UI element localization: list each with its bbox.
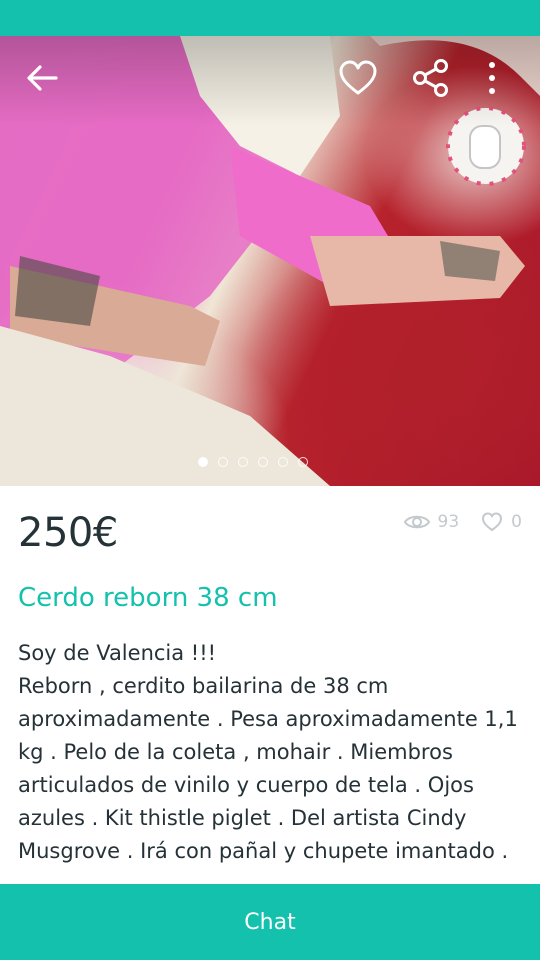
description-line: Reborn , cerdito bailarina de 38 cm apro… (18, 674, 518, 863)
description-line: Soy de Valencia !!! (18, 641, 217, 665)
share-icon[interactable] (411, 58, 451, 98)
listing-stats: 93 0 (403, 512, 522, 532)
listing-description: Soy de Valencia !!! Reborn , cerdito bai… (18, 637, 528, 868)
heart-outline-icon (482, 512, 503, 531)
gallery-dot[interactable] (198, 457, 208, 467)
gallery-dot[interactable] (258, 457, 268, 467)
gallery-pagination (198, 457, 308, 467)
gallery-dot[interactable] (278, 457, 288, 467)
chat-button[interactable]: Chat (0, 884, 540, 960)
price: 250€ (18, 510, 118, 556)
toolbar-overlay (0, 36, 540, 126)
heart-outline-icon[interactable] (338, 58, 378, 98)
gallery-dot[interactable] (298, 457, 308, 467)
more-vertical-icon[interactable] (472, 58, 512, 98)
views-stat: 93 (403, 512, 460, 532)
gallery-dot[interactable] (218, 457, 228, 467)
favorites-count: 0 (511, 512, 522, 532)
views-count: 93 (437, 512, 460, 532)
photo-gallery[interactable] (0, 36, 540, 486)
back-arrow-icon[interactable] (22, 58, 62, 98)
favorites-stat: 0 (481, 512, 522, 532)
eye-icon (403, 515, 430, 529)
status-bar (0, 0, 540, 36)
listing-title: Cerdo reborn 38 cm (18, 583, 278, 613)
gallery-dot[interactable] (238, 457, 248, 467)
